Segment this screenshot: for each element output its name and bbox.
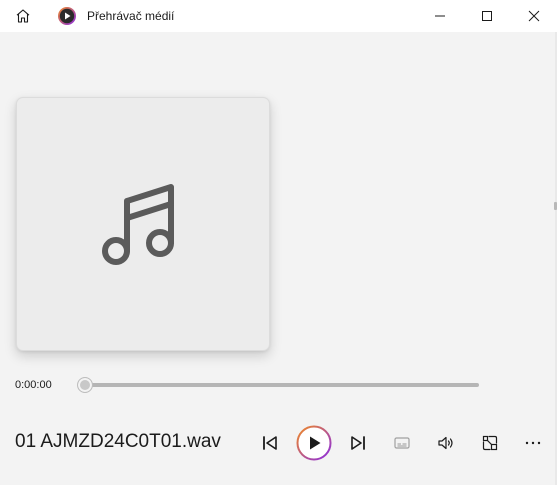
track-title: 01 AJMZD24C0T01.wav — [15, 431, 221, 452]
album-art-placeholder — [16, 97, 270, 351]
skip-next-icon — [351, 436, 365, 450]
minimize-button[interactable] — [417, 0, 463, 32]
mini-player-icon — [482, 435, 498, 451]
current-time: 0:00:00 — [15, 379, 52, 391]
music-note-icon — [102, 184, 174, 265]
seek-thumb[interactable] — [77, 377, 93, 393]
previous-button[interactable] — [253, 426, 287, 460]
home-button[interactable] — [8, 4, 38, 28]
media-player-icon — [57, 6, 77, 26]
skip-previous-icon — [263, 436, 277, 450]
volume-button[interactable] — [429, 426, 463, 460]
maximize-icon — [482, 11, 492, 21]
close-button[interactable] — [511, 0, 557, 32]
media-player-window: Přehrávač médií 0:00:00 01 AJMZD24C0T01.… — [0, 0, 557, 485]
more-options-icon — [525, 441, 541, 445]
title-bar: Přehrávač médií — [0, 0, 557, 32]
home-icon — [16, 9, 30, 23]
volume-icon — [438, 436, 453, 450]
maximize-button[interactable] — [464, 0, 510, 32]
play-button[interactable] — [296, 425, 332, 461]
more-options-button[interactable] — [516, 426, 550, 460]
next-button[interactable] — [341, 426, 375, 460]
window-title: Přehrávač médií — [87, 9, 175, 23]
subtitles-button[interactable] — [385, 426, 419, 460]
close-icon — [528, 10, 540, 22]
minimize-icon — [435, 15, 445, 17]
subtitles-icon — [394, 437, 410, 449]
mini-player-button[interactable] — [473, 426, 507, 460]
play-icon — [296, 425, 332, 461]
seek-bar[interactable] — [85, 383, 479, 387]
